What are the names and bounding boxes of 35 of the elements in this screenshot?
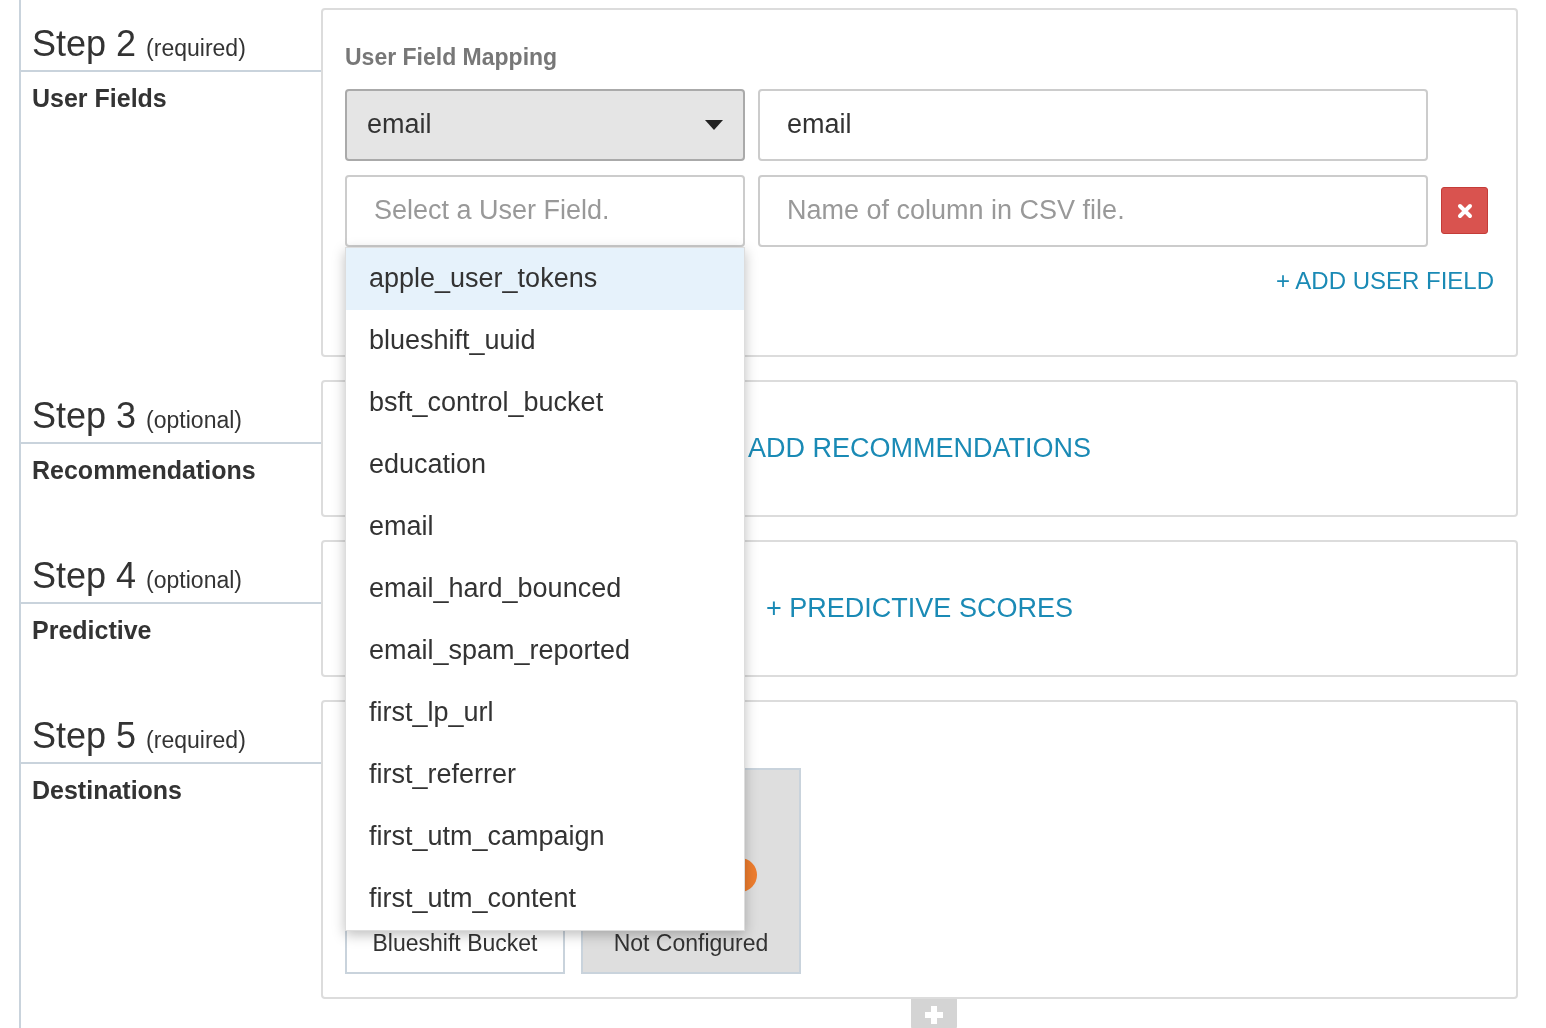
destination-label: Not Configured — [613, 928, 769, 958]
dropdown-option[interactable]: email — [346, 495, 744, 558]
step-title: Predictive — [31, 615, 153, 646]
dropdown-option[interactable]: apple_user_tokens — [346, 247, 744, 310]
add-link[interactable]: ADD RECOMMENDATIONS — [748, 428, 1091, 469]
step-number: Step 5 — [32, 718, 137, 754]
remove-button[interactable] — [1441, 187, 1488, 234]
step-requirement: (required) — [146, 725, 246, 755]
dropdown-option[interactable]: email_spam_reported — [346, 619, 744, 682]
step-title: User Fields — [31, 83, 168, 114]
step-requirement: (required) — [146, 33, 246, 63]
close-icon — [1456, 202, 1473, 219]
column-name-field[interactable]: email — [758, 88, 1428, 161]
section-title: User Field Mapping — [345, 43, 559, 72]
dropdown-option[interactable]: bsft_control_bucket — [346, 371, 744, 434]
step-number: Step 4 — [32, 558, 137, 594]
step-requirement: (optional) — [146, 565, 242, 595]
step-number: Step 3 — [32, 398, 137, 434]
destination-label: Blueshift Bucket — [372, 928, 538, 958]
step-requirement: (optional) — [146, 405, 242, 435]
step-title: Destinations — [31, 775, 184, 806]
dropdown-option[interactable]: first_referrer — [346, 743, 744, 806]
column-name-field[interactable]: Name of column in CSV file. — [758, 174, 1428, 247]
select-field[interactable]: email — [345, 88, 745, 161]
add-link[interactable]: + PREDICTIVE SCORES — [766, 588, 1073, 629]
dropdown-option[interactable]: blueshift_uuid — [346, 309, 744, 372]
dropdown-option[interactable]: first_utm_content — [346, 867, 744, 930]
dropdown-option[interactable]: first_utm_campaign — [346, 805, 744, 868]
caret-icon — [705, 119, 723, 130]
dropdown-option[interactable]: education — [346, 433, 744, 496]
step-number: Step 2 — [32, 26, 137, 62]
dropdown-option[interactable]: first_lp_url — [346, 681, 744, 744]
step-title: Recommendations — [31, 455, 257, 486]
dropdown-option[interactable]: email_hard_bounced — [346, 557, 744, 620]
add-user-field-link[interactable]: + ADD USER FIELD — [1275, 262, 1494, 299]
